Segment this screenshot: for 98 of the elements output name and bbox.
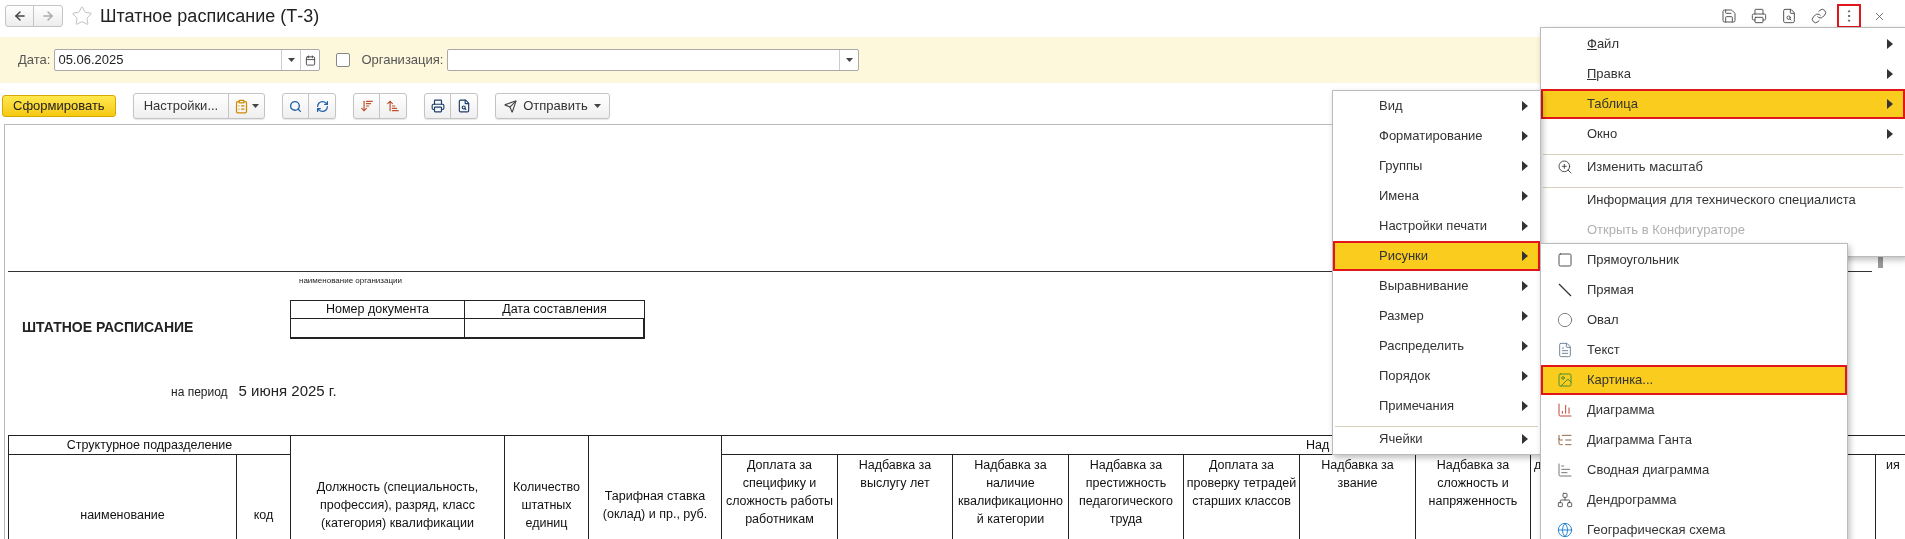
column-header: наименование [9,455,237,539]
menu-item[interactable]: Размер [1333,301,1540,331]
menu-item[interactable]: Изменить масштаб [1541,152,1905,182]
caret-icon [287,58,295,62]
submenu-arrow-icon [1887,99,1893,109]
save-icon [1721,8,1737,24]
column-header: Доплата за проверку тетрадей старших классов [1184,455,1300,539]
circle-icon [1557,312,1573,328]
submenu-arrow-icon [1522,401,1528,411]
column-header: ия [1876,455,1905,539]
submenu-arrow-icon [1522,371,1528,381]
column-header: Надбавка за выслугу лет [838,455,953,539]
column-header: Надбавка за наличие квалификационной категории [953,455,1069,539]
menu-item[interactable]: Правка [1541,59,1905,89]
menu-item[interactable]: Дендрограмма [1541,485,1847,515]
menu-item[interactable]: Картинка... [1541,365,1847,395]
menu-item[interactable]: Прямая [1541,275,1847,305]
menu-item[interactable]: Овал [1541,305,1847,335]
submenu-arrow-icon [1522,131,1528,141]
submenu-arrow-icon [1522,251,1528,261]
group-header: Структурное подразделение [9,436,291,455]
period-value: 5 июня 2025 г. [238,381,337,401]
dendrogram-icon [1557,492,1573,508]
submenu-arrow-icon [1522,281,1528,291]
preview-icon [457,99,472,113]
menu-item[interactable]: Географическая схема [1541,515,1847,539]
column-header: Количество штатных единиц [505,436,589,539]
column-header: Надбавка за престижность педагогического труда [1069,455,1184,539]
square-icon [1557,252,1573,268]
organization-field[interactable] [447,49,860,71]
menu-item[interactable]: Сводная диаграмма [1541,455,1847,485]
search-refresh-icon [315,99,329,113]
submenu-arrow-icon [1887,69,1893,79]
window-title: Штатное расписание (Т-3) [100,4,320,28]
chart-icon [1557,462,1573,478]
column-header: Дата составления [465,301,645,319]
bar-chart-icon [1557,402,1573,418]
menu-item[interactable]: Настройки печати [1333,211,1540,241]
document-icon [1557,342,1573,358]
submenu-arrow-icon [1522,341,1528,351]
date-field[interactable]: 05.06.2025 [54,49,321,71]
submenu-arrow-icon [1522,311,1528,321]
caret-icon [252,104,260,108]
line-icon [1558,283,1572,297]
menu-item[interactable]: Таблица [1541,89,1905,119]
submenu-arrow-icon [1522,101,1528,111]
menu-item[interactable]: Файл [1541,29,1905,59]
menu-item[interactable]: Информация для технического специалиста [1541,185,1905,215]
period-label: на период [171,384,228,401]
globe-icon [1557,522,1573,538]
menu-item[interactable]: Окно [1541,119,1905,149]
generate-button[interactable]: Сформировать [2,95,116,117]
submenu-arrow-icon [1887,129,1893,139]
send-icon [504,99,518,113]
menu-item[interactable]: Примечания [1333,391,1540,421]
menu-item[interactable]: Текст [1541,335,1847,365]
link-icon [1811,8,1827,24]
print-icon [1751,8,1767,24]
menu-item[interactable]: Форматирование [1333,121,1540,151]
preview-icon [1781,8,1797,24]
menu-item: Открыть в Конфигураторе [1586,221,1746,240]
menu-item[interactable]: Выравнивание [1333,271,1540,301]
send-button[interactable]: Отправить [495,93,610,119]
menu-item[interactable]: Вид [1333,91,1540,121]
clipboard-icon [234,98,250,114]
caret-icon [845,58,853,62]
menu-item[interactable]: Диаграмма [1541,395,1847,425]
column-header: Номер документа [291,301,465,319]
submenu-arrow-icon [1522,161,1528,171]
caret-icon [593,104,601,108]
submenu-arrow-icon [1887,39,1893,49]
submenu-arrow-icon [1522,434,1528,444]
menu-item[interactable]: Порядок [1333,361,1540,391]
checkbox[interactable] [336,53,351,67]
submenu-arrow-icon [1522,191,1528,201]
date-label: Дата: [18,51,51,70]
star-icon [71,5,93,27]
search-icon [289,99,303,113]
print-icon [430,99,445,113]
menu-item[interactable]: Распределить [1333,331,1540,361]
menu-item[interactable]: Имена [1333,181,1540,211]
organization-caption: наименование организации [299,275,402,287]
column-header: Должность (специальность, профессия), разряд, класс (категория) квалификации [291,436,505,539]
image-icon [1557,372,1573,388]
report-title: ШТАТНОЕ РАСПИСАНИЕ [22,318,195,337]
column-header: Доплата за специфику и сложность работы работникам [722,455,838,539]
organization-label: Организация: [361,51,444,70]
gantt-chart-icon [1557,432,1573,448]
column-header: код [237,455,291,539]
calendar-icon [304,54,316,66]
menu-item[interactable]: Рисунки [1333,241,1540,271]
menu-item[interactable]: Прямоугольник [1541,245,1847,275]
submenu-arrow-icon [1522,221,1528,231]
sort-up-icon [386,99,401,113]
zoom-in-icon [1557,159,1573,175]
menu-item[interactable]: Группы [1333,151,1540,181]
sort-down-icon [359,99,374,113]
column-header: Тарифная ставка (оклад) и пр., руб. [589,436,722,539]
